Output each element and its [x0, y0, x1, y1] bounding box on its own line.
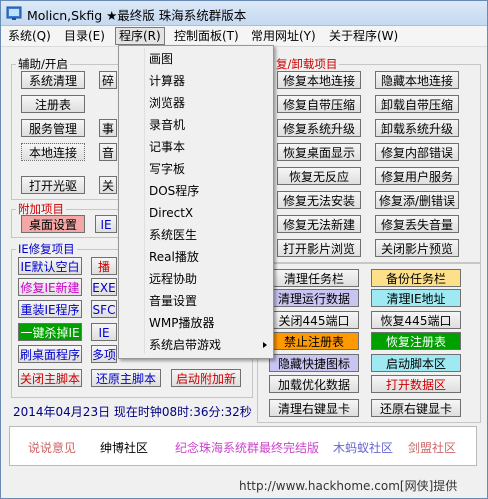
ie-default-blank-button[interactable]: IE默认空白 [18, 257, 82, 275]
kill-ie-button[interactable]: 一键杀掉IE [18, 323, 82, 341]
jianmeng-community-link[interactable]: 剑盟社区 [408, 439, 456, 456]
submenu-arrow-icon [263, 342, 267, 348]
menu-item-browser[interactable]: 浏览器 [149, 93, 185, 113]
menu-item-games-label: 系统启带游戏 [149, 338, 222, 352]
start-attach-button[interactable]: 启动附加新 [171, 369, 241, 387]
links-box: 说说意见 绅博社区 纪念珠海系统群最终完结版 木蚂蚁社区 剑盟社区 [9, 426, 477, 466]
start-script-area-button[interactable]: 启动脚本区 [371, 354, 461, 372]
restore-desktop-button[interactable]: 恢复桌面显示 [277, 143, 361, 161]
hide-shortcut-icon-button[interactable]: 隐藏快捷图标 [269, 354, 359, 372]
menu-item-system-doctor[interactable]: 系统医生 [149, 225, 197, 245]
menu-about[interactable]: 关于程序(W) [326, 28, 401, 44]
repair-volume-button[interactable]: 修复丢失音量 [375, 215, 459, 233]
menu-item-calculator[interactable]: 计算器 [149, 71, 185, 91]
app-icon [6, 6, 22, 20]
uninstall-update-button[interactable]: 卸载系统升级 [375, 119, 459, 137]
clock-display: 2014年04月23日 现在时钟08时:36分:32秒 [13, 405, 252, 419]
window-title: Molicn,Skfig ★最终版 珠海系统群版本 [27, 8, 247, 23]
restore-no-response-button[interactable]: 恢复无反应 [277, 167, 361, 185]
load-optimize-data-button[interactable]: 加载优化数据 [269, 375, 359, 393]
menu-item-notepad[interactable]: 记事本 [149, 137, 185, 157]
mumayi-community-link[interactable]: 木蚂蚁社区 [333, 439, 393, 456]
menu-item-recorder[interactable]: 录音机 [149, 115, 185, 135]
repair-zip-button[interactable]: 修复自带压缩 [277, 95, 361, 113]
repair-new-button[interactable]: 修复无法新建 [277, 215, 361, 233]
open-video-browse-button[interactable]: 打开影片浏览 [277, 239, 361, 257]
open-cdrom-button[interactable]: 打开光驱 [21, 176, 85, 194]
repair-internal-error-button[interactable]: 修复内部错误 [375, 143, 459, 161]
partial-button-4[interactable]: 关 [99, 176, 117, 194]
menu-item-games[interactable]: 系统启带游戏 [149, 335, 267, 355]
clean-run-data-button[interactable]: 清理运行数据 [269, 289, 359, 307]
system-cleanup-button[interactable]: 系统清理 [21, 71, 85, 89]
open-data-area-button[interactable]: 打开数据区 [371, 375, 461, 393]
shenbo-community-link[interactable]: 绅博社区 [100, 439, 148, 456]
reinstall-ie-button[interactable]: 重装IE程序 [18, 300, 82, 318]
menu-common-urls[interactable]: 常用网址(Y) [248, 28, 319, 44]
app-window: Molicn,Skfig ★最终版 珠海系统群版本 系统(Q) 目录(E) 程序… [0, 0, 488, 499]
partial-button-2[interactable]: 事 [99, 119, 117, 137]
repair-update-button[interactable]: 修复系统升级 [277, 119, 361, 137]
partial-ie-button-1[interactable]: 播 [91, 257, 117, 275]
clean-taskbar-button[interactable]: 清理任务栏 [269, 269, 359, 287]
menu-program[interactable]: 程序(R) [115, 27, 165, 45]
feedback-link[interactable]: 说说意见 [28, 439, 76, 456]
repair-add-remove-button[interactable]: 修复添/删错误 [375, 191, 459, 209]
menu-item-real-player[interactable]: Real播放 [149, 247, 199, 267]
partial-button-3[interactable]: 音 [99, 143, 117, 161]
disable-registry-button[interactable]: 禁止注册表 [269, 332, 359, 350]
menu-item-dos[interactable]: DOS程序 [149, 181, 199, 201]
title-bar: Molicn,Skfig ★最终版 珠海系统群版本 [1, 1, 487, 26]
clean-right-click-gpu-button[interactable]: 清理右键显卡 [269, 399, 359, 417]
close-main-script-button[interactable]: 关闭主脚本 [18, 369, 82, 387]
restore-445-button[interactable]: 恢复445端口 [371, 311, 461, 329]
partial-ie-button-2[interactable]: EXE [91, 278, 117, 296]
partial-ie-button-5[interactable]: 多项 [91, 345, 117, 363]
backup-taskbar-button[interactable]: 备份任务栏 [371, 269, 461, 287]
service-manage-button[interactable]: 服务管理 [21, 119, 85, 137]
local-connection-button[interactable]: 本地连接 [21, 143, 85, 161]
repair-local-conn-button[interactable]: 修复本地连接 [277, 71, 361, 89]
memorial-link[interactable]: 纪念珠海系统群最终完结版 [175, 439, 319, 456]
ie-group-legend: IE修复项目 [18, 242, 75, 256]
partial-ie-button-3[interactable]: SFC [91, 300, 117, 318]
hide-local-conn-button[interactable]: 隐藏本地连接 [375, 71, 459, 89]
program-menu-dropdown: 画图 计算器 浏览器 录音机 记事本 写字板 DOS程序 DirectX 系统医… [118, 45, 274, 359]
assist-group-legend: 辅助/开启 [18, 57, 68, 71]
close-445-button[interactable]: 关闭445端口 [269, 311, 359, 329]
close-video-preview-button[interactable]: 关闭影片预览 [375, 239, 459, 257]
menu-item-remote-assist[interactable]: 远程协助 [149, 269, 197, 289]
footer-credit: http://www.hackhome.com[网侠]提供 [239, 479, 458, 493]
menu-separator-strip [144, 48, 145, 354]
restore-main-script-button[interactable]: 还原主脚本 [91, 369, 161, 387]
restore-right-click-gpu-button[interactable]: 还原右键显卡 [371, 399, 461, 417]
menu-directory[interactable]: 目录(E) [61, 28, 108, 44]
menu-item-paint[interactable]: 画图 [149, 49, 173, 69]
repair-install-button[interactable]: 修复无法安装 [277, 191, 361, 209]
desktop-settings-button[interactable]: 桌面设置 [21, 215, 85, 233]
restore-registry-button[interactable]: 恢复注册表 [371, 332, 461, 350]
menu-system[interactable]: 系统(Q) [5, 28, 54, 44]
refresh-desktop-button[interactable]: 刷桌面程序 [18, 345, 82, 363]
partial-ie-button-4[interactable]: IE [91, 323, 117, 341]
menu-control-panel[interactable]: 控制面板(T) [171, 28, 242, 44]
right-group-legend: 复/卸载项目 [276, 57, 338, 71]
registry-button[interactable]: 注册表 [21, 95, 85, 113]
ie-attach-button[interactable]: IE [95, 215, 117, 233]
menu-item-directx[interactable]: DirectX [149, 203, 193, 223]
repair-user-service-button[interactable]: 修复用户服务 [375, 167, 459, 185]
partial-button-1[interactable]: 碎 [99, 71, 117, 89]
repair-ie-new-button[interactable]: 修复IE新建 [18, 278, 82, 296]
uninstall-zip-button[interactable]: 卸载自带压缩 [375, 95, 459, 113]
menu-item-wordpad[interactable]: 写字板 [149, 159, 185, 179]
menu-item-wmp[interactable]: WMP播放器 [149, 313, 214, 333]
menu-bar: 系统(Q) 目录(E) 程序(R) 控制面板(T) 常用网址(Y) 关于程序(W… [1, 26, 487, 47]
clean-ie-address-button[interactable]: 清理IE地址 [371, 289, 461, 307]
menu-item-volume[interactable]: 音量设置 [149, 291, 197, 311]
